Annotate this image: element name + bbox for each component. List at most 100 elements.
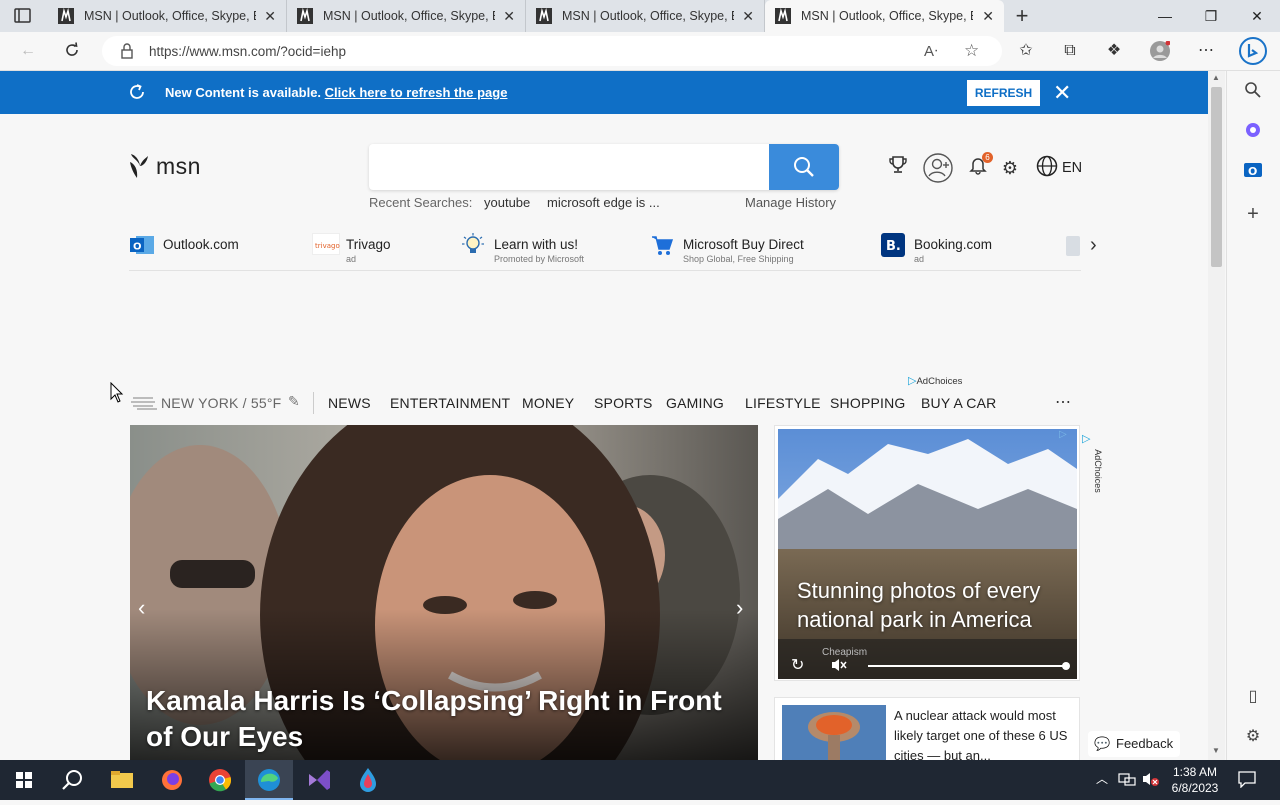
video-progress-knob[interactable] — [1062, 662, 1070, 670]
nav-money[interactable]: MONEY — [522, 395, 574, 411]
sign-in-avatar-icon[interactable] — [922, 152, 954, 184]
page-scrollbar[interactable]: ▲ ▼ — [1208, 71, 1225, 760]
profile-avatar[interactable] — [1150, 40, 1171, 61]
adchoices-vertical-icon[interactable]: ▷ — [1082, 432, 1090, 445]
edit-location-icon[interactable]: ✎ — [288, 393, 300, 410]
more-menu-icon[interactable]: ⋯ — [1196, 41, 1216, 61]
network-icon[interactable] — [1118, 771, 1136, 787]
address-bar[interactable]: https://www.msn.com/?ocid=iehp Aᐧ ☆ — [102, 36, 1002, 66]
scroll-up-icon[interactable]: ▲ — [1212, 73, 1220, 82]
sidebar-settings-icon[interactable]: ⚙ — [1243, 727, 1263, 747]
nav-shopping[interactable]: SHOPPING — [830, 395, 906, 411]
firefox-icon[interactable] — [148, 760, 196, 800]
close-tab-icon[interactable]: ✕ — [742, 8, 754, 25]
close-tab-icon[interactable]: ✕ — [264, 8, 276, 25]
mute-icon[interactable] — [830, 657, 848, 673]
lock-icon[interactable] — [120, 43, 134, 59]
close-banner-icon[interactable]: ✕ — [1053, 80, 1071, 106]
replay-icon[interactable]: ↻ — [791, 655, 804, 675]
outlook-icon[interactable]: O — [1243, 161, 1263, 181]
language-label[interactable]: EN — [1062, 160, 1082, 176]
ad-info-icon[interactable]: ▷ — [1059, 429, 1067, 440]
rewards-trophy-icon[interactable] — [885, 155, 911, 181]
hero-headline[interactable]: Kamala Harris Is ‘Collapsing’ Right in F… — [146, 683, 746, 755]
banner-message: New Content is available. Click here to … — [165, 85, 507, 100]
bing-chat-icon[interactable] — [1238, 36, 1268, 66]
taskbar-search-icon[interactable] — [48, 760, 96, 800]
feedback-button[interactable]: 💬 Feedback — [1088, 731, 1180, 757]
paint-app-icon[interactable] — [344, 760, 392, 800]
scroll-down-icon[interactable]: ▼ — [1212, 746, 1220, 755]
search-button[interactable] — [769, 144, 839, 190]
video-ad-card[interactable]: Stunning photos of every national park i… — [774, 425, 1080, 681]
collections-icon[interactable]: ⧉ — [1060, 41, 1080, 61]
hero-carousel[interactable]: ‹ › Kamala Harris Is ‘Collapsing’ Right … — [130, 425, 758, 760]
language-globe-icon[interactable] — [1034, 155, 1060, 181]
close-tab-icon[interactable]: ✕ — [982, 8, 994, 25]
reload-icon[interactable] — [62, 41, 82, 61]
nav-entertainment[interactable]: ENTERTAINMENT — [390, 395, 510, 411]
weather-location[interactable]: NEW YORK / 55°F — [161, 395, 281, 411]
new-tab-icon[interactable]: + — [1012, 4, 1032, 28]
quick-link-partial-icon[interactable] — [1066, 236, 1080, 256]
tab-title: MSN | Outlook, Office, Skype, Bing — [84, 9, 256, 23]
refresh-button[interactable]: REFRESH — [967, 80, 1040, 106]
nav-more-icon[interactable]: ⋯ — [1055, 392, 1071, 412]
manage-history-link[interactable]: Manage History — [745, 195, 836, 210]
minimize-window-icon[interactable]: — — [1142, 0, 1188, 32]
favorites-icon[interactable]: ✩ — [1016, 41, 1036, 61]
quick-links-next-icon[interactable]: › — [1090, 234, 1097, 257]
nav-sports[interactable]: SPORTS — [594, 395, 653, 411]
browser-tab-1[interactable]: MSN | Outlook, Office, Skype, Bing ✕ — [48, 0, 287, 32]
close-tab-icon[interactable]: ✕ — [503, 8, 515, 25]
browser-tab-4-active[interactable]: MSN | Outlook, Office, Skype, Bing ✕ — [765, 0, 1004, 32]
nav-news[interactable]: NEWS — [328, 395, 371, 411]
quick-link-booking[interactable]: B. Booking.com ad — [881, 232, 1021, 268]
split-screen-icon[interactable]: ▯ — [1243, 687, 1263, 707]
refresh-page-link[interactable]: Click here to refresh the page — [325, 85, 508, 100]
hero-prev-icon[interactable]: ‹ — [138, 595, 145, 621]
browser-tab-2[interactable]: MSN | Outlook, Office, Skype, Bing ✕ — [287, 0, 526, 32]
quick-link-learn[interactable]: Learn with us! Promoted by Microsoft — [461, 232, 611, 268]
volume-muted-icon[interactable] — [1142, 771, 1160, 787]
read-aloud-icon[interactable]: Aᐧ — [924, 42, 938, 60]
chrome-icon[interactable] — [196, 760, 244, 800]
nav-lifestyle[interactable]: LIFESTYLE — [745, 395, 821, 411]
extensions-icon[interactable]: ❖ — [1104, 41, 1124, 61]
news-card[interactable]: A nuclear attack would most likely targe… — [774, 697, 1080, 767]
favorite-star-icon[interactable]: ☆ — [964, 41, 979, 61]
hero-next-icon[interactable]: › — [736, 595, 743, 621]
windows-start-icon[interactable] — [0, 760, 48, 800]
edge-taskbar-icon[interactable] — [245, 760, 293, 800]
quick-link-trivago[interactable]: trivago Trivago ad — [312, 232, 432, 268]
visual-studio-icon[interactable] — [295, 760, 343, 800]
close-window-icon[interactable]: ✕ — [1234, 0, 1280, 32]
search-input[interactable] — [369, 144, 839, 190]
adchoices-vertical-label[interactable]: AdChoices — [1093, 448, 1103, 494]
video-progress-bar[interactable] — [868, 662, 1070, 670]
taskbar-clock[interactable]: 1:38 AM 6/8/2023 — [1166, 764, 1224, 796]
notification-center-icon[interactable] — [1238, 770, 1256, 789]
nav-buy-a-car[interactable]: BUY A CAR — [921, 395, 996, 411]
msn-logo[interactable]: msn — [128, 152, 201, 180]
adchoices-label[interactable]: ▷AdChoices — [908, 374, 962, 387]
file-explorer-icon[interactable] — [98, 760, 146, 800]
quick-link-microsoft-buy-direct[interactable]: Microsoft Buy Direct Shop Global, Free S… — [650, 232, 830, 268]
refresh-icon[interactable] — [128, 83, 146, 101]
nav-gaming[interactable]: GAMING — [666, 395, 724, 411]
add-sidebar-app-icon[interactable]: + — [1243, 204, 1263, 224]
recent-search-item[interactable]: microsoft edge is ... — [547, 195, 660, 210]
search-icon[interactable] — [1243, 81, 1263, 101]
browser-tab-3[interactable]: MSN | Outlook, Office, Skype, Bing ✕ — [526, 0, 765, 32]
recent-search-item[interactable]: youtube — [484, 195, 530, 210]
ad-video[interactable]: Stunning photos of every national park i… — [778, 429, 1077, 679]
shopping-icon[interactable] — [1243, 121, 1263, 141]
tab-actions-icon[interactable] — [14, 8, 32, 24]
back-arrow-icon[interactable]: ← — [18, 41, 38, 61]
quick-link-outlook[interactable]: O Outlook.com — [130, 232, 270, 268]
new-content-banner: New Content is available. Click here to … — [0, 71, 1208, 114]
restore-window-icon[interactable]: ❐ — [1188, 0, 1234, 32]
scroll-thumb[interactable] — [1211, 87, 1222, 267]
show-hidden-icons-icon[interactable]: ︿ — [1096, 770, 1108, 787]
settings-gear-icon[interactable]: ⚙ — [997, 155, 1023, 181]
